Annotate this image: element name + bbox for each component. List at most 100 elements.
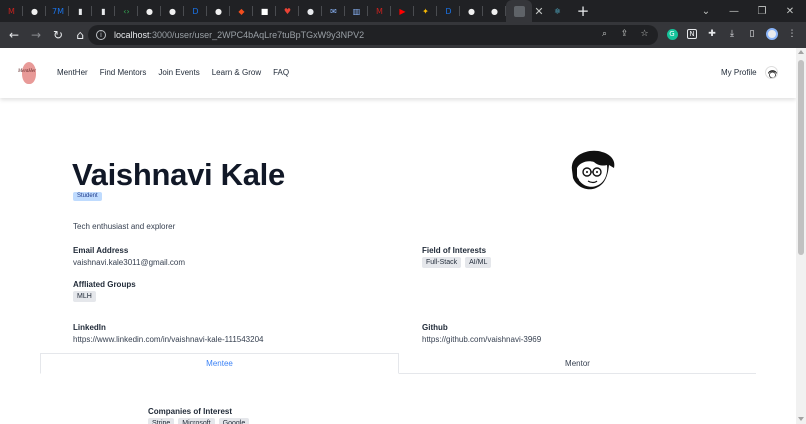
nav-links: MentHer Find Mentors Join Events Learn & Gr… [57,68,301,77]
groups-chips: MLH [73,291,100,302]
nav-link-find-mentors[interactable]: Find Mentors [100,68,147,77]
notion-icon[interactable]: N [685,27,699,41]
profile-avatar-illustration [564,148,618,194]
browser-tab[interactable]: ● [299,0,322,22]
browser-tab[interactable]: ● [161,0,184,22]
download-icon[interactable]: ⤓ [725,27,739,41]
back-icon[interactable]: ← [4,25,24,45]
nav-link-join-events[interactable]: Join Events [158,68,199,77]
youtube-icon: ▶ [399,6,406,16]
close-window-button[interactable]: ✕ [776,0,804,22]
gmail-icon: M [376,6,383,16]
share-icon[interactable]: ⇪ [619,29,630,40]
browser-tab[interactable]: ✦ [414,0,437,22]
profile-bio: Tech enthusiast and explorer [73,222,176,231]
nav-link-faq[interactable]: FAQ [273,68,289,77]
nav-link-learn-grow[interactable]: Learn & Grow [212,68,261,77]
my-profile-link[interactable]: My Profile [721,68,757,77]
maximize-button[interactable]: ❐ [748,0,776,22]
site-navbar: MentHer MentHer Find Mentors Join Events Le… [0,48,796,98]
extensions-puzzle-icon[interactable]: ✚ [705,27,719,41]
browser-tab[interactable]: ■ [253,0,276,22]
mail-icon: ✉ [330,6,337,16]
heart-icon: ♥ [283,6,292,16]
tab-search-icon[interactable]: ⌄ [692,0,720,22]
browser-tab[interactable]: ✉ [322,0,345,22]
browser-tab[interactable]: M [0,0,23,22]
github-icon: ● [468,6,475,16]
home-icon[interactable]: ⌂ [70,25,90,45]
github-icon: ● [491,6,498,16]
browser-tab[interactable]: ▮ [92,0,115,22]
browser-tab[interactable]: M [368,0,391,22]
browser-tab[interactable]: ● [23,0,46,22]
forward-icon[interactable]: → [26,25,46,45]
site-info-icon[interactable]: i [96,30,106,40]
interests-chips: Full-Stack AI/ML [422,257,495,268]
globe-icon: ● [307,6,314,16]
tab-mentee[interactable]: Mentee [40,353,399,374]
browser-tab[interactable]: D [437,0,460,22]
gmail-icon: M [8,6,15,16]
browser-tab[interactable]: ● [138,0,161,22]
code-icon: ‹› [123,6,130,16]
user-avatar-icon[interactable] [765,66,778,79]
reload-icon[interactable]: ↻ [48,25,68,45]
role-tabs: Mentee Mentor [40,353,756,374]
profile-name: Vaishnavi Kale [72,157,285,192]
scrollbar-thumb[interactable] [798,60,804,255]
page-icon: ■ [260,6,269,16]
github-link[interactable]: https://github.com/vaishnavi-3969 [422,335,541,344]
browser-tab[interactable]: ‹› [115,0,138,22]
group-chip: MLH [73,291,96,302]
address-bar[interactable]: i localhost:3000/user/user_2WPC4bAqLre7t… [88,25,658,45]
profile-avatar-icon[interactable] [765,27,779,41]
doc-icon: ▮ [78,6,83,16]
minimize-button[interactable]: — [720,0,748,22]
companies-label: Companies of Interest [148,407,233,416]
bookmark-star-icon[interactable]: ☆ [639,29,650,40]
menther-logo[interactable]: MentHer [18,60,42,86]
linkedin-link[interactable]: https://www.linkedin.com/in/vaishnavi-ka… [73,335,263,344]
url-text[interactable]: localhost:3000/user/user_2WPC4bAqLre7tuB… [114,30,364,40]
linkedin-label: LinkedIn [73,323,106,332]
browser-tab[interactable]: ● [460,0,483,22]
page-scrollbar[interactable] [796,48,806,424]
side-panel-icon[interactable]: ▯ [745,27,759,41]
browser-tab[interactable]: D [184,0,207,22]
page-favicon-icon [513,5,525,17]
interest-chip: AI/ML [465,257,492,268]
browser-tab[interactable]: ⚛ [546,0,569,22]
browser-tab[interactable]: ◆ [230,0,253,22]
dev-icon: D [445,6,452,16]
grammarly-icon[interactable]: G [665,27,679,41]
role-badge: Student [73,192,102,201]
tab-mentor[interactable]: Mentor [399,353,756,373]
interest-chip: Full-Stack [422,257,462,268]
scroll-up-icon[interactable] [798,50,804,54]
new-tab-button[interactable]: + [569,0,597,22]
company-chip: Stripe [148,418,175,424]
browser-tab[interactable]: ● [483,0,506,22]
github-icon: ● [31,6,38,16]
dev-icon: D [192,6,199,16]
browser-toolbar: ← → ↻ ⌂ i localhost:3000/user/user_2WPC4… [0,22,806,48]
browser-tab[interactable]: ▥ [345,0,368,22]
browser-tab[interactable]: ▮ [69,0,92,22]
close-tab-icon[interactable]: ✕ [532,0,546,22]
browser-tab[interactable]: 7M [46,0,69,22]
groups-label: Affliated Groups [73,280,136,289]
company-chip: Microsoft [178,418,215,424]
browser-menu-icon[interactable]: ⋮ [785,27,799,41]
scroll-down-icon[interactable] [798,417,804,421]
chart-icon: ▥ [352,6,361,16]
browser-tab[interactable]: ♥ [276,0,299,22]
browser-tab-active[interactable] [506,0,532,22]
browser-tab[interactable]: ▶ [391,0,414,22]
browser-tab[interactable]: ● [207,0,230,22]
zoom-search-icon[interactable]: ⌕ [599,29,610,40]
github-icon: ● [146,6,153,16]
nav-link-menther[interactable]: MentHer [57,68,88,77]
fire-icon: ✦ [422,6,429,16]
interests-label: Field of Interests [422,246,487,255]
